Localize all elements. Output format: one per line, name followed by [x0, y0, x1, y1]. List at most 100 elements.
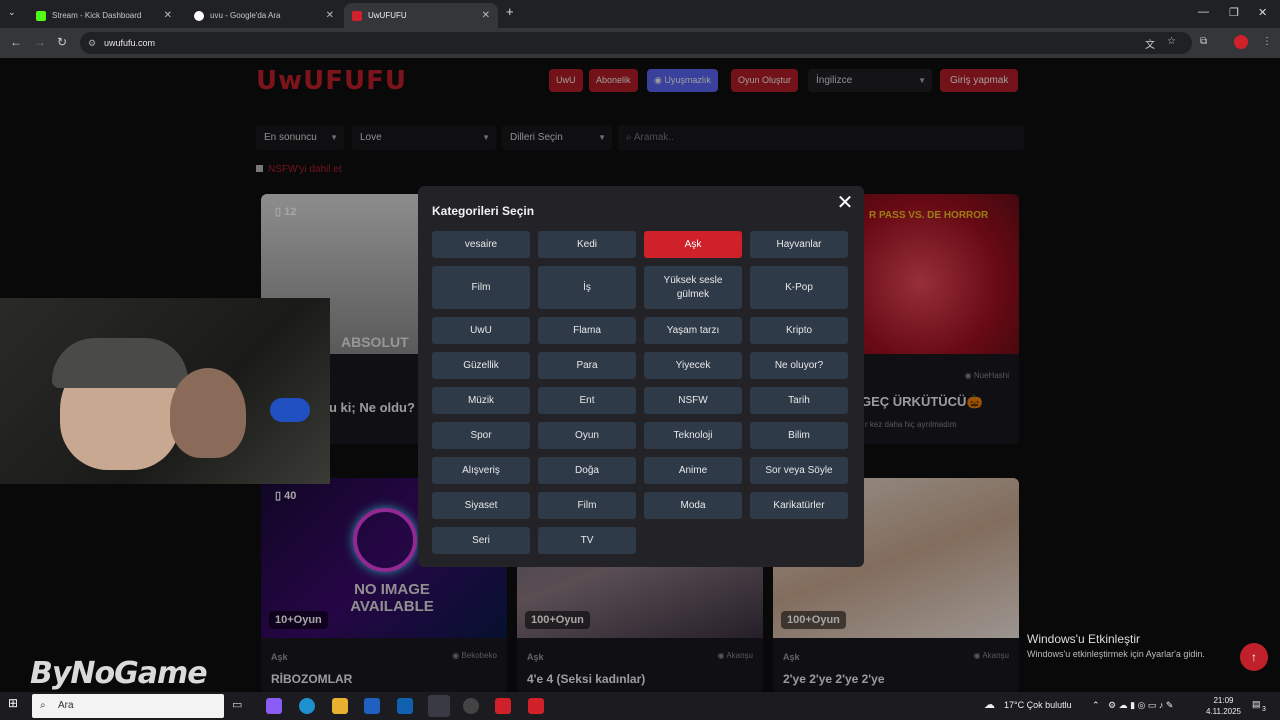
streamer-cap [52, 338, 188, 388]
app-red-2-icon[interactable] [528, 698, 544, 714]
category-button[interactable]: NSFW [644, 387, 742, 414]
tab-search-icon[interactable]: ⌄ [8, 7, 16, 18]
category-button[interactable]: K-Pop [750, 266, 848, 309]
category-button[interactable]: Aşk [644, 231, 742, 258]
tab-title: UwUFUFU [368, 11, 407, 20]
category-button[interactable]: vesaire [432, 231, 530, 258]
category-button[interactable]: Spor [432, 422, 530, 449]
category-button[interactable]: Teknoloji [644, 422, 742, 449]
category-button[interactable]: Ent [538, 387, 636, 414]
store-icon[interactable] [364, 698, 380, 714]
close-window-button[interactable]: ✕ [1258, 6, 1267, 19]
category-button[interactable]: Güzellik [432, 352, 530, 379]
category-button[interactable]: Film [538, 492, 636, 519]
new-tab-button[interactable]: + [506, 4, 514, 19]
category-button[interactable]: Moda [644, 492, 742, 519]
category-button[interactable]: TV [538, 527, 636, 554]
modal-title: Kategorileri Seçin [432, 204, 535, 218]
category-button[interactable]: Yiyecek [644, 352, 742, 379]
category-button[interactable]: Yüksek sesle gülmek [644, 266, 742, 309]
activation-subtitle: Windows'u etkinleştirmek için Ayarlar'a … [1027, 649, 1205, 659]
webcam-overlay [0, 298, 330, 484]
outlook-icon[interactable] [397, 698, 413, 714]
category-button[interactable]: Bilim [750, 422, 848, 449]
category-button[interactable]: Ne oluyor? [750, 352, 848, 379]
category-grid: vesaire Kedi Aşk Hayvanlar Film İş Yüksek sesl… [432, 231, 850, 554]
category-button[interactable]: UwU [432, 317, 530, 344]
category-button[interactable]: Alışveriş [432, 457, 530, 484]
weather-text[interactable]: 17°C Çok bulutlu [1004, 700, 1072, 710]
category-button[interactable]: Tarih [750, 387, 848, 414]
tab-title: Stream - Kick Dashboard [52, 11, 142, 20]
notification-icon[interactable]: ▤ [1252, 699, 1261, 710]
minimize-button[interactable]: — [1198, 6, 1209, 18]
category-button[interactable]: Müzik [432, 387, 530, 414]
kick-favicon-icon [36, 10, 46, 21]
app-red-icon[interactable] [495, 698, 511, 714]
url-field[interactable]: ⚙ uwufufu.com [80, 32, 1192, 54]
category-button[interactable]: Para [538, 352, 636, 379]
translate-icon[interactable]: 文 [1145, 36, 1155, 51]
close-tab-icon[interactable]: ✕ [326, 10, 334, 21]
forward-arrow-icon[interactable]: → [34, 35, 46, 49]
category-button[interactable]: Karikatürler [750, 492, 848, 519]
activation-title: Windows'u Etkinleştir [1027, 632, 1140, 646]
tab-kick-dashboard[interactable]: Stream - Kick Dashboard ✕ [28, 3, 180, 28]
menu-kebab-icon[interactable]: ⋮ [1262, 36, 1272, 47]
windows-activation-notice: Windows'u Etkinleştir Windows'u etkinleş… [1027, 632, 1205, 659]
category-button[interactable]: Siyaset [432, 492, 530, 519]
category-button[interactable]: Seri [432, 527, 530, 554]
maximize-button[interactable]: ❐ [1229, 6, 1239, 19]
scroll-to-top-button[interactable]: ↑ [1240, 643, 1268, 671]
taskbar-clock[interactable]: 21:09 4.11.2025 [1206, 695, 1241, 717]
tray-overflow-icon[interactable]: ⌃ [1092, 700, 1100, 711]
close-tab-icon[interactable]: ✕ [164, 10, 172, 21]
tab-title: uvu - Google'da Ara [210, 11, 281, 20]
chrome-icon[interactable] [428, 695, 450, 717]
uwufufu-favicon-icon [352, 10, 362, 21]
windows-start-icon[interactable]: ⊞ [8, 696, 24, 712]
clock-time: 21:09 [1213, 696, 1234, 705]
edge-icon[interactable] [299, 698, 315, 714]
mic-light [270, 398, 310, 422]
extensions-icon[interactable]: ⧉ [1200, 36, 1207, 47]
search-icon: ⌕ [40, 700, 46, 711]
address-bar-row: ← → ↻ ⚙ uwufufu.com 文 ☆ ⧉ ⋮ [0, 28, 1280, 58]
site-info-icon[interactable]: ⚙ [88, 32, 96, 54]
task-view-icon[interactable]: ▭ [232, 698, 248, 714]
weather-icon[interactable]: ☁ [984, 698, 995, 711]
category-button[interactable]: Yaşam tarzı [644, 317, 742, 344]
category-button[interactable]: Anime [644, 457, 742, 484]
close-icon[interactable]: ✕ [834, 192, 856, 214]
tab-google-search[interactable]: uvu - Google'da Ara ✕ [186, 3, 342, 28]
category-button[interactable]: Hayvanlar [750, 231, 848, 258]
taskbar-search[interactable]: ⌕ Ara [32, 694, 224, 718]
notification-count: 3 [1262, 706, 1266, 713]
category-button[interactable]: İş [538, 266, 636, 309]
file-explorer-icon[interactable] [332, 698, 348, 714]
category-button[interactable]: Sor veya Söyle [750, 457, 848, 484]
second-person [170, 368, 246, 458]
google-favicon-icon [194, 10, 204, 21]
windows-taskbar: ⊞ ⌕ Ara ▭ ☁ 17°C Çok bulutlu ⌃ ⚙ ☁ ▮ ◎ ▭… [0, 692, 1280, 720]
category-button[interactable]: Flama [538, 317, 636, 344]
category-button[interactable]: Film [432, 266, 530, 309]
category-button[interactable]: Kedi [538, 231, 636, 258]
back-arrow-icon[interactable]: ← [10, 35, 22, 49]
close-tab-icon[interactable]: ✕ [482, 10, 490, 21]
taskbar-search-label: Ara [58, 700, 74, 711]
reload-icon[interactable]: ↻ [57, 35, 67, 49]
profile-avatar-icon[interactable] [1234, 35, 1248, 49]
stream-watermark: ByNoGame [30, 656, 208, 691]
clock-date: 4.11.2025 [1206, 707, 1241, 716]
category-button[interactable]: Oyun [538, 422, 636, 449]
bookmark-star-icon[interactable]: ☆ [1167, 36, 1176, 47]
obs-icon[interactable] [463, 698, 479, 714]
category-button[interactable]: Kripto [750, 317, 848, 344]
browser-tab-bar: ⌄ Stream - Kick Dashboard ✕ uvu - Google… [0, 0, 1280, 28]
tab-uwufufu[interactable]: UwUFUFU ✕ [344, 3, 498, 28]
tray-icons[interactable]: ⚙ ☁ ▮ ◎ ▭ ♪ ✎ [1108, 700, 1173, 711]
copilot-icon[interactable] [266, 698, 282, 714]
category-modal: Kategorileri Seçin ✕ vesaire Kedi Aşk Hayva… [418, 186, 864, 567]
category-button[interactable]: Doğa [538, 457, 636, 484]
